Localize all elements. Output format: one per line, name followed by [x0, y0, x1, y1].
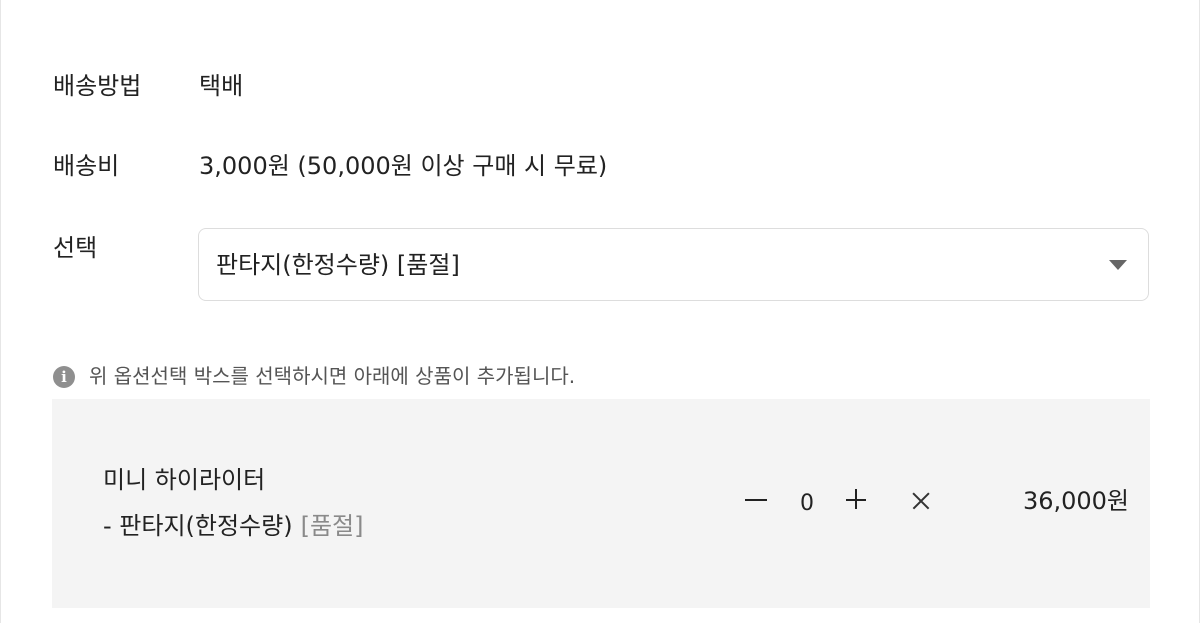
remove-item-button[interactable] [909, 489, 933, 513]
quantity-decrease-button[interactable] [745, 488, 769, 512]
shipping-fee-value: 3,000원 (50,000원 이상 구매 시 무료) [199, 152, 608, 180]
product-option-panel: 배송방법 택배 배송비 3,000원 (50,000원 이상 구매 시 무료) … [0, 0, 1200, 623]
soldout-tag: [품절] [300, 512, 364, 540]
item-option: - 판타지(한정수량) [품절] [103, 510, 363, 542]
option-select-value: 판타지(한정수량) [품절] [216, 251, 460, 279]
chevron-down-icon [1109, 260, 1127, 270]
item-name: 미니 하이라이터 [103, 466, 266, 494]
shipping-fee-label: 배송비 [53, 152, 120, 180]
item-option-text: - 판타지(한정수량) [103, 512, 293, 540]
notice-text: 위 옵션선택 박스를 선택하시면 아래에 상품이 추가됩니다. [89, 364, 576, 388]
quantity-value: 0 [800, 491, 814, 516]
option-select-dropdown[interactable]: 판타지(한정수량) [품절] [198, 228, 1149, 301]
item-price: 36,000원 [1022, 487, 1129, 515]
info-icon: i [53, 366, 75, 388]
selected-item-panel: 미니 하이라이터 - 판타지(한정수량) [품절] 0 36,000원 [52, 399, 1150, 608]
option-select-label: 선택 [53, 234, 98, 262]
shipping-method-value: 택배 [199, 72, 244, 100]
shipping-method-label: 배송방법 [53, 72, 142, 100]
quantity-increase-button[interactable] [845, 488, 869, 512]
